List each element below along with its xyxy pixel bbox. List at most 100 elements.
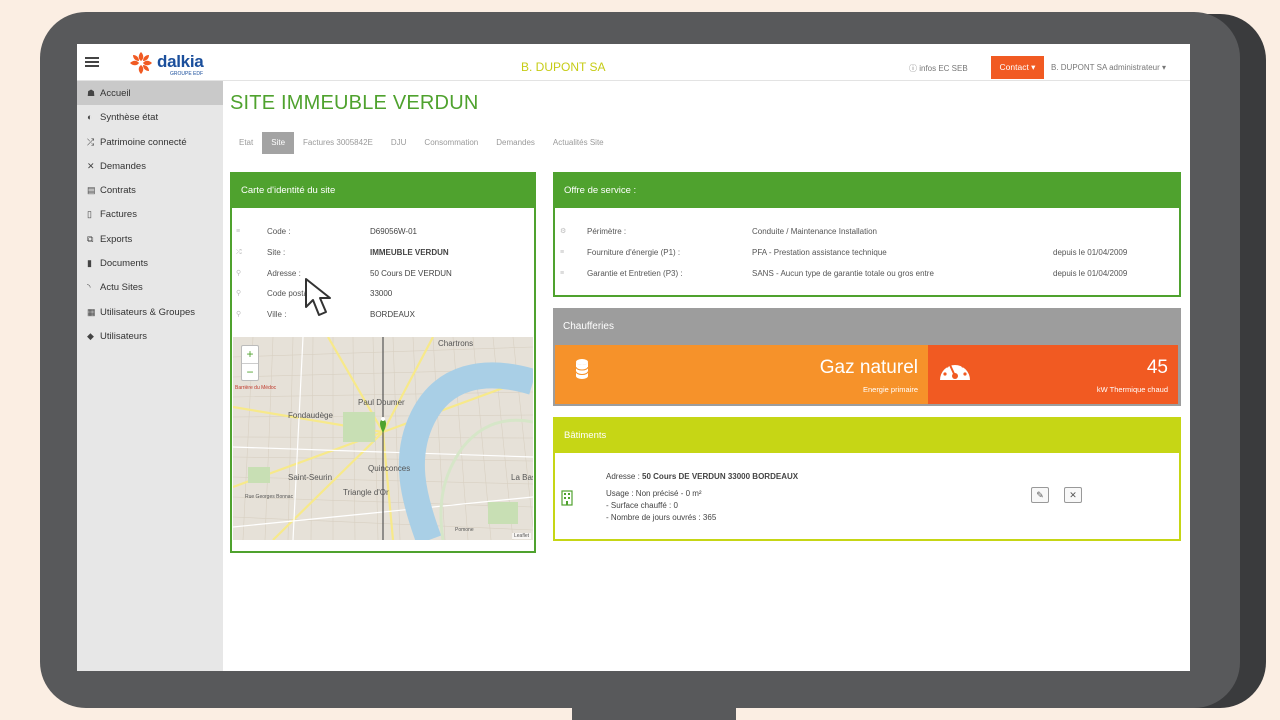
service-offer-panel: Offre de service : ⚙ Périmètre : Conduite … <box>553 172 1181 297</box>
building-address-label: Adresse : <box>606 472 640 481</box>
offer-date: depuis le 01/04/2009 <box>1053 247 1128 257</box>
tab-6[interactable]: Actualités Site <box>544 132 613 154</box>
map-label: Saint-Seurin <box>288 473 333 482</box>
site-map[interactable]: + − Chartrons Paul Doumer Fondaudège Quinco… <box>233 337 533 540</box>
offer-row: ≡ Garantie et Entretien (P3) : SANS - Aucu… <box>555 268 1175 280</box>
sidebar-item-label: Accueil <box>100 88 131 99</box>
sidebar-item-label: Documents <box>100 258 149 270</box>
logo-text: dalkia <box>157 52 204 71</box>
sidebar-item-8[interactable]: ◝ Actu Sites <box>77 275 223 299</box>
sidebar-item-0[interactable]: ☗ Accueil <box>77 81 223 106</box>
map-label: Barrière du Médoc <box>235 385 277 391</box>
energy-tile: Gaz naturel Energie primaire <box>555 345 928 404</box>
map-zoom-control: + − <box>241 345 259 381</box>
map-label: Fondaudège <box>288 411 333 420</box>
map-label: Pomone <box>455 527 474 533</box>
offer-value: PFA - Prestation assistance technique <box>752 247 887 257</box>
identity-value: D69056W-01 <box>370 227 417 236</box>
sidebar-item-label: Synthèse état <box>100 112 159 124</box>
top-bar: dalkia GROUPE EDF B. DUPONT SA ⓘ infos E… <box>77 44 1190 81</box>
tab-1[interactable]: Site <box>262 132 295 154</box>
identity-label: Adresse : <box>267 268 301 278</box>
edit-pencil-icon[interactable]: ✎ <box>1031 487 1049 503</box>
tab-4[interactable]: Consommation <box>415 132 487 154</box>
sidebar-item-label: Demandes <box>100 160 146 172</box>
energy-label: Energie primaire <box>862 385 918 394</box>
sidebar-item-7[interactable]: ▮ Documents <box>77 251 223 275</box>
building-surface: - Surface chauffé : 0 <box>606 501 678 510</box>
sidebar-item-6[interactable]: ⧉ Exports <box>77 227 223 251</box>
dalkia-logo[interactable]: dalkia GROUPE EDF <box>127 48 207 78</box>
sidebar-item-4[interactable]: ▤ Contrats <box>77 178 223 202</box>
identity-value: BORDEAUX <box>370 310 415 320</box>
tag-icon: ◆ <box>87 330 94 341</box>
tab-3[interactable]: DJU <box>382 132 416 154</box>
identity-card-panel: Carte d'identité du site ≡ Code : D69056W-… <box>230 172 536 553</box>
identity-row: ⤮ Site : IMMEUBLE VERDUN <box>232 247 528 259</box>
user-menu[interactable]: B. DUPONT SA administrateur ▾ <box>1051 63 1166 72</box>
power-value: 45 <box>1146 357 1168 378</box>
energy-value: Gaz naturel <box>819 357 918 378</box>
offer-row: ⚙ Périmètre : Conduite / Maintenance Insta… <box>555 226 1175 238</box>
identity-label: Ville : <box>267 310 287 320</box>
gauge-icon <box>940 360 970 380</box>
sidebar-item-label: Contrats <box>100 185 136 197</box>
home-icon: ☗ <box>87 88 96 98</box>
identity-row: ⚲ Adresse : 50 Cours DE VERDUN <box>232 268 528 280</box>
map-label: Rue Georges Bonnac <box>245 494 294 500</box>
identity-card-title: Carte d'identité du site <box>232 174 534 208</box>
row-icon: ⚙ <box>560 228 567 235</box>
file-icon: ▯ <box>87 209 92 220</box>
zoom-in-button[interactable]: + <box>242 346 258 363</box>
sidebar-item-1[interactable]: ◐ Synthèse état <box>77 105 223 129</box>
tab-0[interactable]: Etat <box>230 132 262 154</box>
tools-button-icon[interactable]: ✕ <box>1064 487 1082 503</box>
contact-button[interactable]: Contact ▾ <box>991 56 1044 79</box>
rss-icon: ◝ <box>87 282 91 293</box>
users-icon: ▦ <box>87 306 96 317</box>
sidebar-item-label: Factures <box>100 209 137 221</box>
sidebar-item-10[interactable]: ◆ Utilisateurs <box>77 324 223 348</box>
offer-label: Périmètre : <box>587 227 627 236</box>
building-usage: Usage : Non précisé - 0 m² <box>606 489 702 498</box>
row-icon: ⚲ <box>236 290 242 298</box>
identity-row: ⚲ Ville : BORDEAUX <box>232 309 528 321</box>
company-name: B. DUPONT SA <box>521 60 606 74</box>
map-label: Quinconces <box>368 464 411 473</box>
sidebar-item-label: Patrimoine connecté <box>100 136 187 148</box>
copy-icon: ⧉ <box>87 233 94 244</box>
offer-value: Conduite / Maintenance Installation <box>752 227 877 236</box>
tab-bar: Etat Site Factures 3005842E DJU Consommation… <box>230 132 613 154</box>
app-screen: dalkia GROUPE EDF B. DUPONT SA ⓘ infos E… <box>77 44 1190 671</box>
sidebar-item-5[interactable]: ▯ Factures <box>77 202 223 226</box>
offer-label: Fourniture d'énergie (P1) : <box>587 247 681 257</box>
map-attribution[interactable]: Leaflet <box>511 533 531 539</box>
identity-row: ≡ Code : D69056W-01 <box>232 226 528 238</box>
sidebar-item-label: Exports <box>100 233 133 245</box>
tab-2[interactable]: Factures 3005842E <box>294 132 382 154</box>
offer-value: SANS - Aucun type de garantie totale ou … <box>752 268 934 278</box>
mouse-cursor-icon <box>305 278 331 316</box>
power-label: kW Thermique chaud <box>1096 385 1168 394</box>
sidebar-item-label: Utilisateurs & Groupes <box>100 306 196 318</box>
identity-label: Site : <box>267 247 286 257</box>
identity-value: IMMEUBLE VERDUN <box>370 247 449 257</box>
power-tile: 45 kW Thermique chaud <box>928 345 1178 404</box>
infos-link[interactable]: ⓘ infos EC SEB <box>909 63 968 74</box>
menu-icon[interactable] <box>85 57 99 67</box>
sidebar-item-9[interactable]: ▦ Utilisateurs & Groupes <box>77 300 223 324</box>
row-icon: ≡ <box>236 228 241 235</box>
row-icon: ⤮ <box>236 248 242 256</box>
buildings-panel: Bâtiments Adresse : 50 Cours DE VERDUN 3… <box>553 417 1181 541</box>
book-icon: ▮ <box>87 258 92 269</box>
sidebar-item-3[interactable]: ✕ Demandes <box>77 154 223 178</box>
buildings-title: Bâtiments <box>555 419 1179 453</box>
tab-5[interactable]: Demandes <box>487 132 544 154</box>
identity-value: 50 Cours DE VERDUN <box>370 268 452 278</box>
zoom-out-button[interactable]: − <box>242 363 258 380</box>
monitor-stand <box>572 706 736 720</box>
sidebar-item-label: Utilisateurs <box>100 330 147 342</box>
identity-label: Code : <box>267 227 291 236</box>
sidebar-item-2[interactable]: ⤮ Patrimoine connecté <box>77 130 223 154</box>
half-circle-icon: ◐ <box>87 112 93 123</box>
